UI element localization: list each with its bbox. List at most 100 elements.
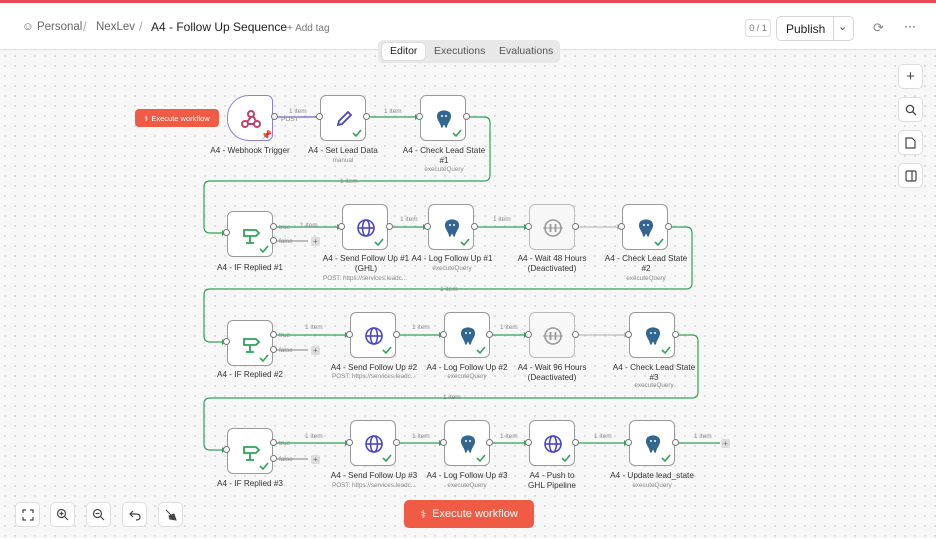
edge-label: 1 item <box>400 216 418 223</box>
output-port[interactable] <box>672 439 679 446</box>
success-check-icon <box>661 454 671 463</box>
add-node-button[interactable]: + <box>721 439 730 448</box>
undo-icon <box>128 510 141 521</box>
input-port[interactable] <box>416 113 423 120</box>
node-if2[interactable] <box>227 320 273 366</box>
output-port[interactable] <box>393 439 400 446</box>
zoom-out-button[interactable] <box>86 502 111 527</box>
output-port[interactable] <box>363 113 370 120</box>
output-port-true[interactable] <box>270 439 277 446</box>
input-port[interactable] <box>440 331 447 338</box>
node-check3[interactable] <box>629 312 675 358</box>
node-setlead[interactable] <box>320 95 366 141</box>
edge-label: 1 item <box>493 216 511 223</box>
output-port[interactable] <box>572 331 579 338</box>
fit-view-icon <box>21 508 34 521</box>
input-port[interactable] <box>223 229 230 236</box>
undo-button[interactable] <box>122 502 147 527</box>
edge-label-true: true <box>279 332 291 339</box>
edge-label-false: false <box>279 238 293 245</box>
output-port[interactable] <box>393 331 400 338</box>
edge-label: 1 item <box>305 324 323 331</box>
output-port-true[interactable] <box>270 223 277 230</box>
success-check-icon <box>476 454 486 463</box>
output-port[interactable] <box>672 331 679 338</box>
node-check1[interactable] <box>420 95 466 141</box>
node-send1[interactable] <box>342 204 388 250</box>
toggle-panel-button[interactable] <box>898 163 923 188</box>
node-send2[interactable] <box>350 312 396 358</box>
input-port[interactable] <box>316 113 323 120</box>
input-port[interactable] <box>618 223 625 230</box>
input-port[interactable] <box>223 446 230 453</box>
input-port[interactable] <box>346 439 353 446</box>
sticky-note-button[interactable] <box>898 130 923 155</box>
input-port[interactable] <box>440 439 447 446</box>
input-port[interactable] <box>223 338 230 345</box>
output-port[interactable] <box>665 223 672 230</box>
node-webhook[interactable]: 📌 <box>227 95 273 141</box>
node-log3[interactable] <box>444 420 490 466</box>
execute-workflow-small-button[interactable]: ⚕ Execute workflow <box>135 109 219 127</box>
add-node-button[interactable]: + <box>311 237 320 246</box>
node-sublabel: executeQuery <box>632 482 672 489</box>
node-label: A4 - Wait 48 Hours (Deactivated) <box>517 254 587 273</box>
pin-icon: 📌 <box>261 130 273 140</box>
input-port[interactable] <box>625 439 632 446</box>
node-send3[interactable] <box>350 420 396 466</box>
output-port[interactable] <box>572 439 579 446</box>
pause-icon <box>530 205 576 251</box>
input-port[interactable] <box>338 223 345 230</box>
edge-label: 1 item <box>694 433 712 440</box>
node-log2[interactable] <box>444 312 490 358</box>
tidy-up-button[interactable] <box>158 502 183 527</box>
node-if1[interactable] <box>227 211 273 257</box>
zoom-in-button[interactable] <box>50 502 75 527</box>
input-port[interactable] <box>346 331 353 338</box>
output-port-false[interactable] <box>270 346 277 353</box>
node-label: A4 - Update lead_state <box>610 471 694 480</box>
node-update[interactable] <box>629 420 675 466</box>
node-label: A4 - Log Follow Up #1 <box>411 254 493 263</box>
input-port[interactable] <box>525 331 532 338</box>
edge-label: 1 item <box>500 433 518 440</box>
add-node-panel-button[interactable]: + <box>898 64 923 89</box>
input-port[interactable] <box>525 223 532 230</box>
output-port-false[interactable] <box>270 237 277 244</box>
edge-label-post: POST <box>281 116 299 123</box>
input-port[interactable] <box>424 223 431 230</box>
output-port[interactable] <box>486 331 493 338</box>
add-node-button[interactable]: + <box>311 346 320 355</box>
output-port[interactable] <box>471 223 478 230</box>
input-port[interactable] <box>525 439 532 446</box>
output-port-true[interactable] <box>270 331 277 338</box>
input-port[interactable] <box>625 331 632 338</box>
node-label: A4 - Check Lead State #2 <box>604 254 688 273</box>
edge-label: 1 item <box>305 433 323 440</box>
output-port[interactable] <box>486 439 493 446</box>
node-label: A4 - Log Follow Up #2 <box>426 363 508 372</box>
node-check2[interactable] <box>622 204 668 250</box>
output-port-false[interactable] <box>270 455 277 462</box>
success-check-icon <box>661 346 671 355</box>
execute-workflow-button[interactable]: ⚕ Execute workflow <box>404 500 534 528</box>
output-port[interactable] <box>271 113 278 120</box>
node-push[interactable] <box>529 420 575 466</box>
node-log1[interactable] <box>428 204 474 250</box>
zoom-out-icon <box>92 508 105 521</box>
output-port[interactable] <box>463 113 470 120</box>
add-node-button[interactable]: + <box>311 455 320 464</box>
fit-view-button[interactable] <box>15 502 40 527</box>
success-check-icon <box>476 346 486 355</box>
node-if3[interactable] <box>227 428 273 474</box>
node-label: A4 - IF Replied #1 <box>217 263 283 272</box>
node-wait48[interactable] <box>529 204 575 250</box>
edge-label: 1 item <box>440 286 458 293</box>
plus-icon: + <box>906 68 915 85</box>
node-label: A4 - Check Lead State #3 <box>612 363 696 382</box>
output-port[interactable] <box>572 223 579 230</box>
search-nodes-button[interactable] <box>898 97 923 122</box>
output-port[interactable] <box>386 223 393 230</box>
success-check-icon <box>561 454 571 463</box>
node-wait96[interactable] <box>529 312 575 358</box>
